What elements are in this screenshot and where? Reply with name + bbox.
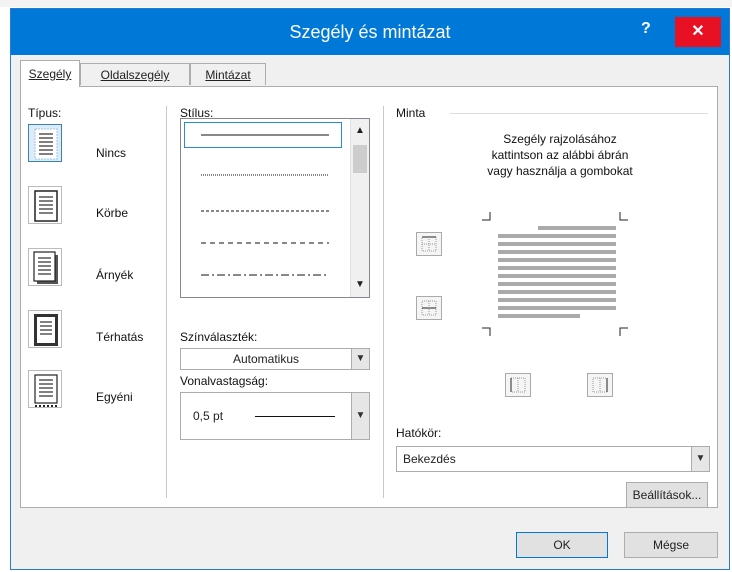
- right-border-icon: [592, 377, 608, 393]
- preview-instructions-1: Szegély rajzolásához: [503, 132, 617, 146]
- chevron-down-icon[interactable]: ▼: [351, 393, 369, 439]
- tab-label: Szegély: [28, 67, 72, 81]
- chevron-down-icon[interactable]: ▼: [691, 447, 709, 471]
- chevron-down-icon[interactable]: ▼: [351, 349, 369, 369]
- setting-box-icon-box[interactable]: [28, 186, 62, 224]
- width-line-sample: [255, 416, 335, 417]
- scroll-up-icon[interactable]: ▲: [355, 125, 365, 136]
- scroll-thumb[interactable]: [353, 145, 367, 173]
- width-value: 0,5 pt: [193, 409, 224, 423]
- left-border-button[interactable]: [505, 373, 531, 397]
- scroll-down-icon[interactable]: ▼: [355, 279, 365, 290]
- tab-page-border[interactable]: Oldalszegély: [80, 63, 190, 85]
- width-label: Vonalvastagság:: [180, 374, 269, 388]
- color-dropdown[interactable]: Automatikus ▼: [180, 348, 370, 370]
- custom-border-icon: [34, 374, 58, 407]
- box-border-icon: [34, 190, 58, 222]
- setting-box-label[interactable]: Körbe: [96, 206, 128, 220]
- tab-shading[interactable]: Mintázat: [190, 63, 266, 85]
- dialog-title: Szegély és mintázat: [289, 22, 451, 42]
- tab-label: Mintázat: [205, 68, 251, 82]
- inside-horizontal-border-button[interactable]: [416, 296, 442, 320]
- left-border-icon: [510, 377, 526, 393]
- title-bar: Szegély és mintázat ? ✕: [11, 9, 729, 55]
- preview-label: Minta: [396, 106, 426, 120]
- shadow-border-icon: [33, 251, 58, 284]
- color-value: Automatikus: [232, 352, 300, 366]
- style-listbox[interactable]: ▲ ▼: [180, 118, 370, 298]
- setting-none-label[interactable]: Nincs: [96, 146, 126, 160]
- right-border-button[interactable]: [587, 373, 613, 397]
- tab-borders[interactable]: Szegély: [20, 60, 80, 87]
- color-label: Színválaszték:: [180, 330, 258, 344]
- close-button[interactable]: ✕: [675, 17, 721, 47]
- separator: [166, 106, 167, 498]
- tab-label: Oldalszegély: [100, 68, 170, 82]
- background-window-strip: [0, 0, 732, 7]
- separator: [450, 113, 708, 114]
- setting-shadow-icon-box[interactable]: [28, 248, 62, 286]
- setting-shadow-label[interactable]: Árnyék: [96, 268, 133, 282]
- preview-page-diagram[interactable]: [480, 210, 640, 345]
- setting-custom-label[interactable]: Egyéni: [96, 390, 133, 404]
- setting-custom-icon-box[interactable]: [28, 370, 62, 408]
- apply-to-dropdown[interactable]: Bekezdés ▼: [396, 446, 710, 472]
- apply-to-label: Hatókör:: [396, 426, 442, 440]
- options-button[interactable]: Beállítások...: [626, 482, 708, 508]
- style-scrollbar[interactable]: ▲ ▼: [350, 119, 369, 297]
- apply-to-value: Bekezdés: [403, 452, 456, 466]
- setting-label: Típus:: [28, 106, 62, 120]
- inside-horizontal-border-icon: [421, 300, 437, 316]
- ok-button[interactable]: OK: [516, 532, 608, 558]
- preview-instructions-2: kattintson az alábbi ábrán: [491, 148, 629, 162]
- line-style-samples: [201, 134, 329, 276]
- help-button[interactable]: ?: [641, 20, 651, 38]
- 3d-border-icon: [34, 314, 58, 346]
- separator: [383, 106, 384, 498]
- width-dropdown[interactable]: 0,5 pt ▼: [180, 392, 370, 440]
- top-border-button[interactable]: [416, 232, 442, 256]
- top-border-icon: [421, 236, 437, 252]
- setting-3d-icon-box[interactable]: [28, 310, 62, 348]
- preview-instructions-3: vagy használja a gombokat: [487, 164, 633, 178]
- no-border-icon: [34, 128, 58, 160]
- setting-3d-label[interactable]: Térhatás: [96, 330, 143, 344]
- setting-none-icon-box[interactable]: [28, 124, 62, 162]
- cancel-button[interactable]: Mégse: [624, 532, 718, 558]
